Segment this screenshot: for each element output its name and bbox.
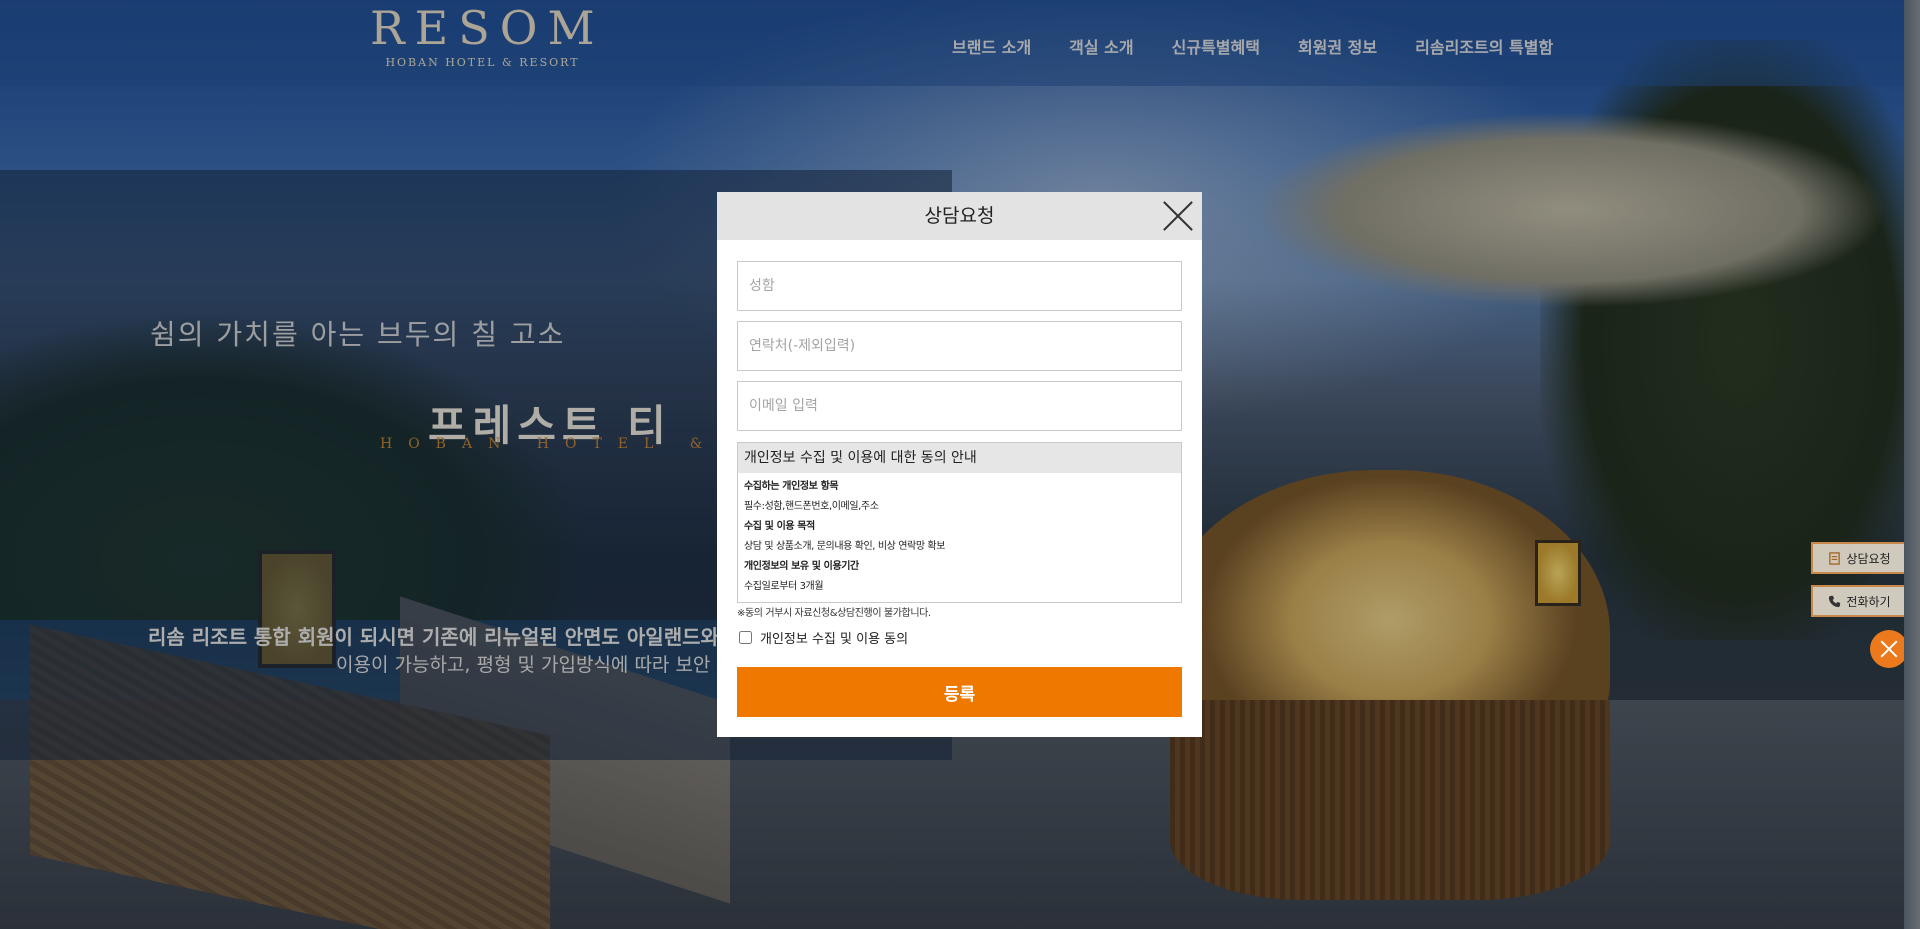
phone-input[interactable] — [737, 321, 1182, 371]
modal-header: 상담요청 — [717, 192, 1202, 240]
side-consult-label: 상담요청 — [1846, 551, 1891, 566]
privacy-consent-box[interactable]: 개인정보 수집 및 이용에 대한 동의 안내 수집하는 개인정보 항목 필수:성… — [737, 442, 1182, 603]
side-call-button[interactable]: 전화하기 — [1811, 585, 1908, 617]
side-consult-button[interactable]: 상담요청 — [1811, 542, 1908, 574]
phone-icon — [1829, 595, 1841, 607]
privacy-heading: 개인정보 수집 및 이용에 대한 동의 안내 — [738, 443, 1181, 473]
agree-row[interactable]: 개인정보 수집 및 이용 동의 — [737, 628, 908, 647]
privacy-items-title: 수집하는 개인정보 항목 — [744, 481, 839, 492]
privacy-purpose-title: 수집 및 이용 목적 — [744, 521, 815, 532]
consent-notice: ※동의 거부시 자료신청&상담진행이 불가합니다. — [737, 608, 931, 619]
privacy-items-text: 필수:성함,핸드폰번호,이메일,주소 — [744, 501, 879, 512]
side-call-label: 전화하기 — [1846, 594, 1891, 609]
agree-label: 개인정보 수집 및 이용 동의 — [760, 632, 909, 647]
side-close-icon[interactable] — [1870, 630, 1908, 668]
submit-button[interactable]: 등록 — [737, 667, 1182, 717]
consultation-modal: 상담요청 개인정보 수집 및 이용에 대한 동의 안내 수집하는 개인정보 항목… — [717, 192, 1202, 737]
modal-title: 상담요청 — [924, 205, 995, 227]
privacy-period-text: 수집일로부터 3개월 — [744, 581, 824, 592]
privacy-body: 수집하는 개인정보 항목 필수:성함,핸드폰번호,이메일,주소 수집 및 이용 … — [738, 473, 1181, 601]
privacy-period-title: 개인정보의 보유 및 이용기간 — [744, 561, 859, 572]
privacy-purpose-text: 상담 및 상품소개, 문의내용 확인, 비상 연락망 확보 — [744, 541, 946, 552]
name-input[interactable] — [737, 261, 1182, 311]
form-icon — [1829, 551, 1841, 565]
agree-checkbox[interactable] — [739, 631, 752, 644]
scrollbar[interactable] — [1904, 0, 1920, 929]
email-input[interactable] — [737, 381, 1182, 431]
close-icon[interactable] — [1162, 200, 1194, 232]
